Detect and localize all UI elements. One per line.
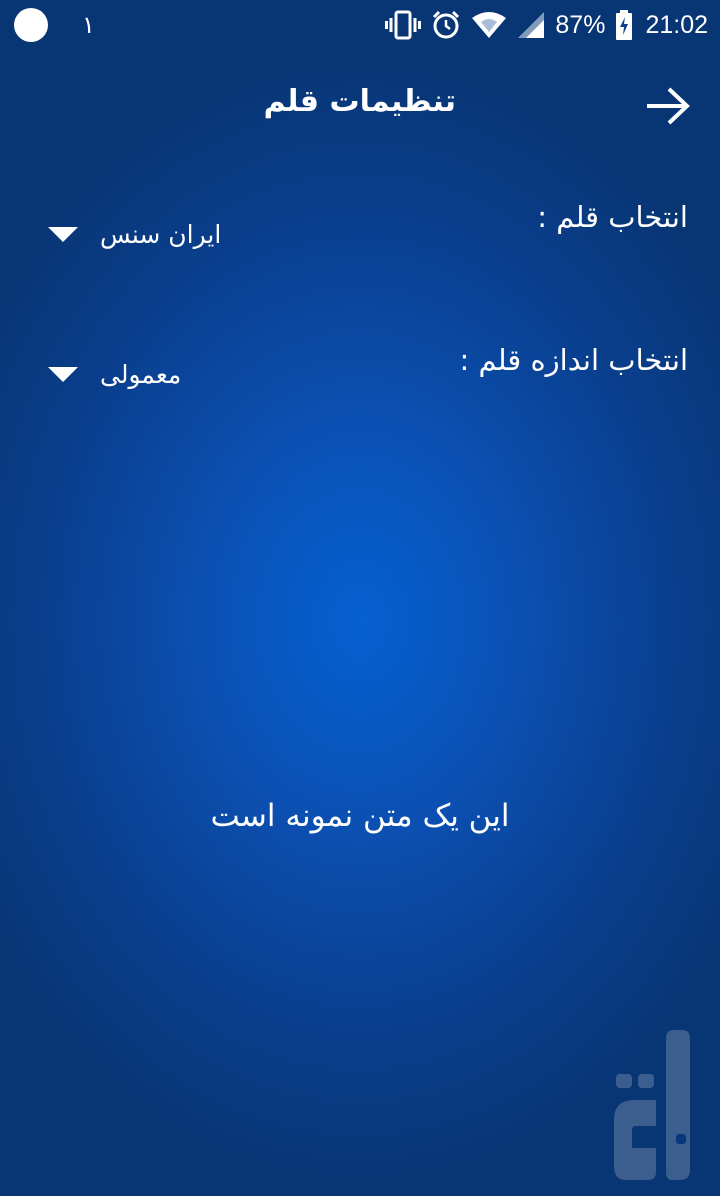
font-select-dropdown[interactable]: ایران سنس <box>48 212 221 256</box>
status-left: ۱ <box>14 8 95 42</box>
sample-text-preview: این یک متن نمونه است <box>210 798 510 834</box>
status-bar: ۱ 87% 21:02 <box>0 0 720 50</box>
status-right: 87% 21:02 <box>385 8 708 42</box>
font-select-value: ایران سنس <box>100 219 222 249</box>
wifi-icon <box>472 12 507 38</box>
font-size-select-value: معمولی <box>100 359 182 389</box>
battery-charging-icon <box>616 10 633 40</box>
toolbar: تنظیمات قلم <box>0 62 720 150</box>
chevron-down-icon <box>48 226 78 242</box>
alarm-icon <box>433 10 460 39</box>
signal-icon <box>518 12 545 38</box>
font-size-select-dropdown[interactable]: معمولی <box>48 352 181 396</box>
notification-dot-icon <box>14 8 48 42</box>
font-size-select-label: انتخاب اندازه قلم : <box>459 343 688 377</box>
vibrate-icon <box>385 10 422 40</box>
back-button[interactable] <box>644 82 692 130</box>
page-title: تنظیمات قلم <box>263 84 456 119</box>
chevron-down-icon <box>48 366 78 382</box>
battery-percent: 87% <box>555 10 606 39</box>
arrow-right-icon <box>647 87 690 125</box>
store-logo-icon <box>614 1030 690 1180</box>
clock: 21:02 <box>645 10 708 39</box>
font-select-label: انتخاب قلم : <box>537 200 688 234</box>
notification-count: ۱ <box>82 11 95 39</box>
